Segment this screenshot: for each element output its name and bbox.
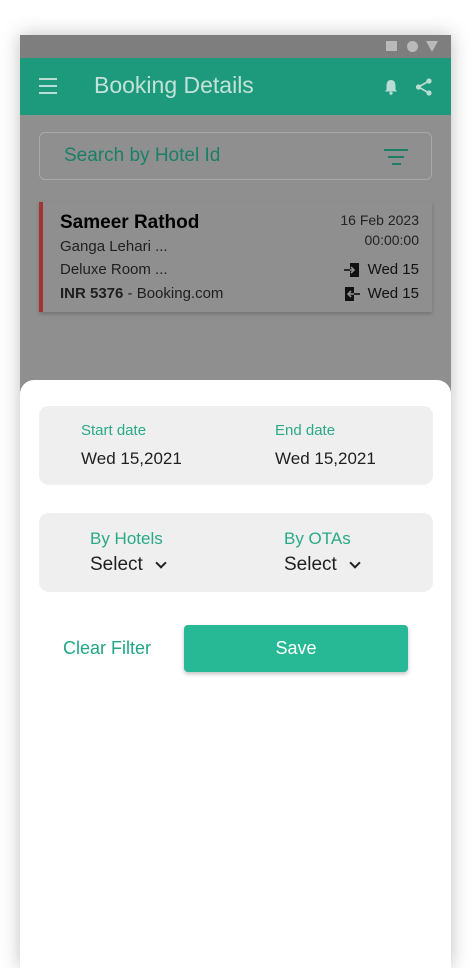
bell-icon[interactable] (382, 78, 400, 96)
end-date-value[interactable]: Wed 15,2021 (275, 449, 376, 469)
select-panel: By Hotels Select By OTAs Select (39, 513, 433, 592)
checkin-date: Wed 15 (367, 261, 419, 278)
hotel-name: Ganga Lehari ... (60, 238, 168, 255)
otas-select[interactable]: Select (284, 554, 361, 576)
chevron-down-icon (155, 557, 167, 569)
guest-name: Sameer Rathod (60, 212, 200, 233)
search-input[interactable]: Search by Hotel Id (39, 132, 432, 180)
checkout-icon (344, 286, 360, 301)
otas-label: By OTAs (284, 529, 351, 548)
filter-sheet: Start date Wed 15,2021 End date Wed 15,2… (20, 380, 451, 968)
search-placeholder: Search by Hotel Id (64, 145, 221, 166)
end-date-label: End date (275, 422, 336, 439)
back-icon (426, 41, 438, 52)
checkin-icon (343, 262, 359, 277)
share-icon[interactable] (414, 77, 434, 97)
app-bar: Booking Details (20, 58, 451, 115)
booking-date: 16 Feb 2023 (340, 212, 419, 228)
home-icon (407, 41, 418, 52)
filter-icon[interactable] (384, 149, 408, 165)
hotels-label: By Hotels (90, 529, 163, 548)
hotels-select-value: Select (90, 554, 143, 575)
content-area: Search by Hotel Id Sameer Rathod Ganga L… (20, 115, 451, 968)
booking-card[interactable]: Sameer Rathod Ganga Lehari ... Deluxe Ro… (39, 202, 432, 312)
clear-filter-button[interactable]: Clear Filter (63, 638, 151, 659)
status-bar (20, 35, 451, 58)
phone-screen: Booking Details Search by Hotel Id Samee… (20, 35, 451, 968)
price-line: INR 5376 - Booking.com (60, 285, 223, 302)
save-button[interactable]: Save (184, 625, 408, 672)
room-type: Deluxe Room ... (60, 261, 168, 278)
otas-select-value: Select (284, 554, 337, 575)
date-range-panel: Start date Wed 15,2021 End date Wed 15,2… (39, 406, 433, 485)
checkout-date: Wed 15 (367, 285, 419, 302)
start-date-value[interactable]: Wed 15,2021 (81, 449, 182, 469)
checkin-row: Wed 15 (343, 261, 419, 278)
menu-icon[interactable] (39, 78, 57, 94)
start-date-label: Start date (81, 422, 147, 439)
hotels-select[interactable]: Select (90, 554, 167, 576)
price-value: INR 5376 (60, 285, 124, 302)
booking-source: - Booking.com (123, 285, 224, 302)
checkout-row: Wed 15 (344, 285, 419, 302)
chevron-down-icon (349, 557, 361, 569)
page-title: Booking Details (94, 72, 254, 98)
recent-apps-icon (386, 41, 397, 51)
booking-time: 00:00:00 (364, 232, 420, 248)
